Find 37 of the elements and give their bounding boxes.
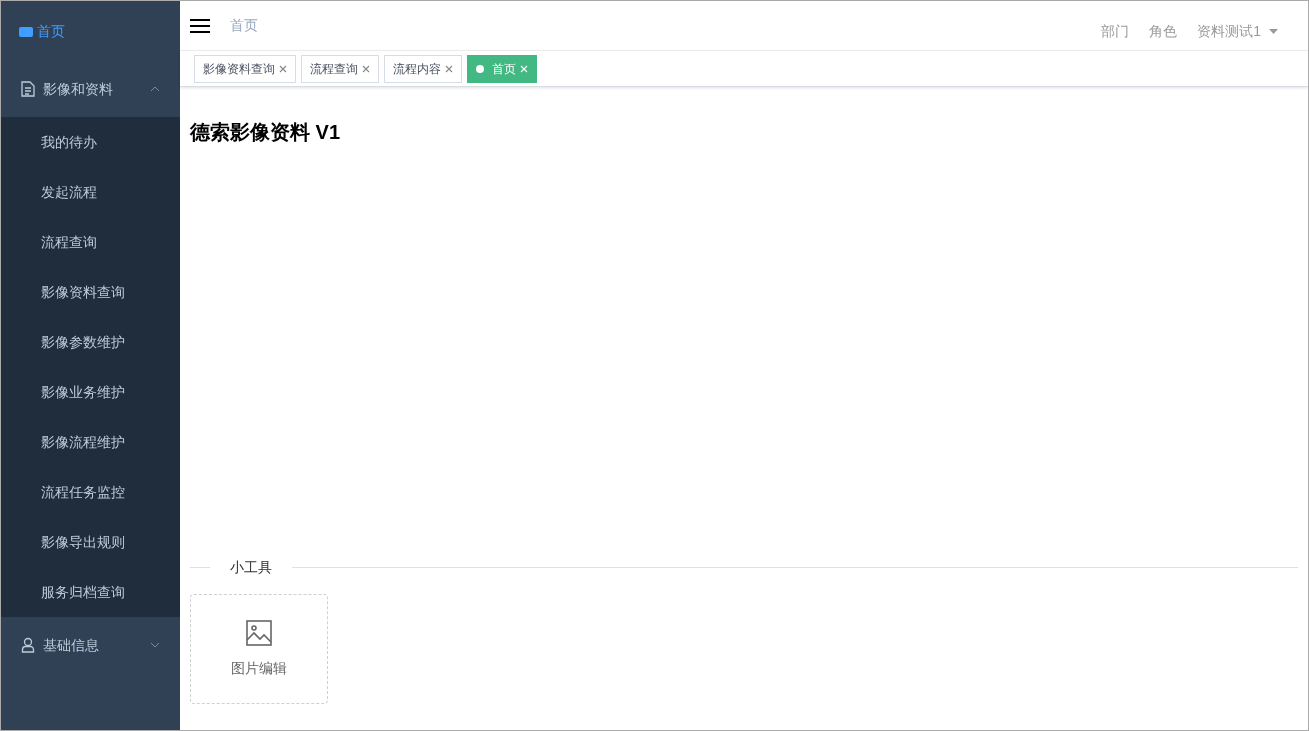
image-icon — [246, 619, 272, 646]
menu-icon[interactable] — [190, 17, 210, 34]
menu-item[interactable]: 流程查询 — [1, 217, 180, 267]
menu-group-label: 基础信息 — [43, 635, 100, 655]
menu-item[interactable]: 影像资料查询 — [1, 267, 180, 317]
home-link[interactable]: 首页 — [37, 20, 65, 42]
caret-icon — [1269, 29, 1278, 34]
section-title: 小工具 — [229, 558, 273, 577]
breadcrumb: 首页 — [230, 16, 258, 35]
document-icon — [21, 81, 35, 97]
menu-item[interactable]: 影像导出规则 — [1, 517, 180, 567]
chevron-up-icon — [150, 86, 160, 92]
tab-label: 流程内容 — [393, 60, 441, 78]
menu-item[interactable]: 服务归档查询 — [1, 567, 180, 617]
menu-group[interactable]: 基础信息 — [1, 617, 180, 673]
tool-label: 图片编辑 — [231, 658, 287, 678]
menu-item[interactable]: 影像流程维护 — [1, 417, 180, 467]
tab[interactable]: 影像资料查询 — [194, 54, 296, 83]
menu-item[interactable]: 我的待办 — [1, 117, 180, 167]
tab-label: 影像资料查询 — [203, 60, 275, 78]
close-icon[interactable] — [362, 64, 370, 73]
menu-group[interactable]: 影像和资料 — [1, 61, 180, 117]
tab-label: 首页 — [492, 60, 516, 78]
tab-label: 流程查询 — [310, 60, 358, 78]
user-icon — [21, 637, 35, 653]
menu-item[interactable]: 流程任务监控 — [1, 467, 180, 517]
tab[interactable]: 流程内容 — [384, 54, 462, 83]
tool-card[interactable]: 图片编辑 — [190, 594, 328, 704]
menu-item[interactable]: 影像业务维护 — [1, 367, 180, 417]
menu-group-label: 影像和资料 — [43, 79, 114, 99]
tab[interactable]: 流程查询 — [301, 54, 379, 83]
page-title: 德索影像资料 V1 — [190, 120, 342, 145]
close-icon[interactable] — [445, 64, 453, 73]
menu-item[interactable]: 发起流程 — [1, 167, 180, 217]
menu-item[interactable]: 影像参数维护 — [1, 317, 180, 367]
chevron-down-icon — [150, 642, 160, 648]
close-icon[interactable] — [279, 64, 287, 73]
